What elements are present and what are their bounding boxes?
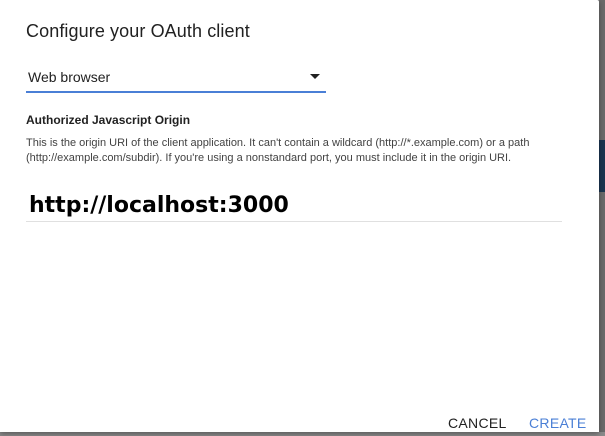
origin-uri-input[interactable] bbox=[26, 190, 562, 222]
dialog-title: Configure your OAuth client bbox=[26, 21, 250, 41]
backdrop-page-bottom bbox=[0, 432, 605, 436]
create-button[interactable]: CREATE bbox=[529, 415, 587, 431]
backdrop-page-element bbox=[599, 140, 605, 192]
origin-help-text: This is the origin URI of the client app… bbox=[26, 137, 530, 164]
chevron-down-icon bbox=[310, 74, 320, 79]
client-type-selected-value: Web browser bbox=[28, 69, 111, 85]
backdrop-page-edge bbox=[599, 0, 605, 436]
client-type-select[interactable]: Web browser bbox=[26, 65, 326, 93]
origin-section-label: Authorized Javascript Origin bbox=[26, 113, 191, 127]
cancel-button[interactable]: CANCEL bbox=[448, 415, 507, 431]
oauth-client-dialog: Configure your OAuth client Web browser … bbox=[0, 0, 599, 432]
